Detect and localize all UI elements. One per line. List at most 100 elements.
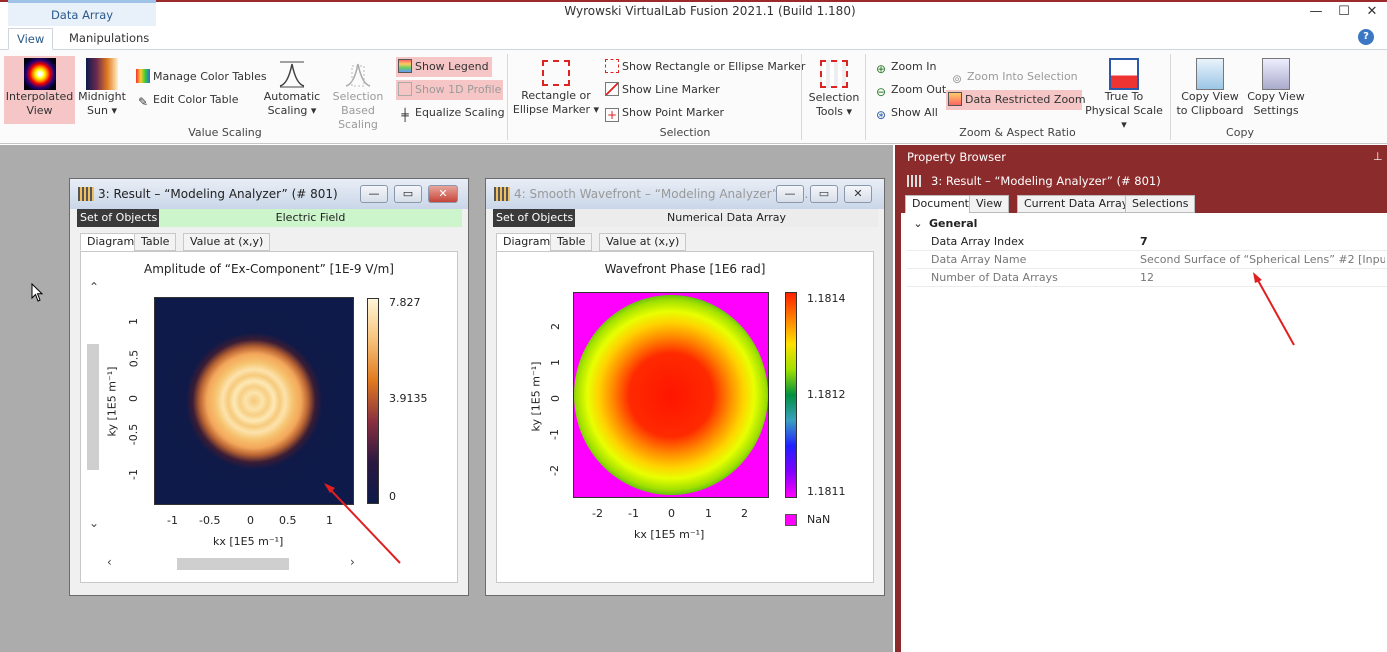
- document-window-smooth-wavefront[interactable]: 4: Smooth Wavefront – “Modeling Analyzer…: [485, 178, 885, 596]
- doc1-xlabel: kx [1E5 m⁻¹]: [213, 535, 284, 548]
- doc1-maximize-button[interactable]: ▭: [394, 185, 422, 203]
- doc1-tab-value-at[interactable]: Value at (x,y): [183, 233, 271, 251]
- scroll-left-icon[interactable]: ‹: [107, 555, 112, 569]
- doc1-heatmap[interactable]: [154, 297, 354, 505]
- doc2-kind: Numerical Data Array: [575, 209, 878, 227]
- data-restricted-zoom-button[interactable]: Data Restricted Zoom: [946, 90, 1086, 110]
- doc2-diagram[interactable]: Wavefront Phase [1E6 rad] 1.1814 1.1812 …: [496, 251, 874, 583]
- ptab-document[interactable]: Document: [905, 195, 976, 213]
- automatic-scaling-label: Automatic: [263, 90, 321, 103]
- doc2-view-tabs: Diagram Table Value at (x,y): [486, 233, 884, 251]
- doc2-minimize-button[interactable]: —: [776, 185, 804, 203]
- interpolated-view-button[interactable]: Interpolated View: [4, 56, 75, 124]
- true-to-physical-scale-button[interactable]: True To Physical Scale ▾: [1082, 56, 1166, 131]
- show-rectangle-marker-button[interactable]: Show Rectangle or Ellipse Marker: [603, 57, 805, 77]
- doc1-vscroll-thumb[interactable]: [87, 344, 99, 470]
- doc1-xtick: -1: [167, 514, 178, 527]
- copy-settings-label: Copy View: [1247, 90, 1305, 103]
- show-point-marker-button[interactable]: + Show Point Marker: [603, 103, 724, 123]
- selection-tools-button[interactable]: Selection Tools ▾: [806, 56, 862, 124]
- help-icon[interactable]: ?: [1358, 29, 1374, 45]
- doc1-tab-diagram[interactable]: Diagram: [80, 233, 142, 251]
- doc2-xtick: -1: [628, 507, 639, 520]
- maximize-button[interactable]: ☐: [1334, 4, 1354, 20]
- doc2-set-of-objects-row: Set of Objects Numerical Data Array: [486, 209, 884, 227]
- doc2-title-bar[interactable]: 4: Smooth Wavefront – “Modeling Analyzer…: [486, 179, 884, 209]
- doc1-set-of-objects-row: Set of Objects Electric Field: [70, 209, 468, 227]
- copy-view-label-2: to Clipboard: [1176, 104, 1244, 117]
- minimize-button[interactable]: —: [1306, 4, 1326, 20]
- rectangle-marker-button[interactable]: Rectangle or Ellipse Marker ▾: [512, 56, 600, 124]
- doc2-close-button[interactable]: ✕: [844, 185, 872, 203]
- show-all-button[interactable]: ⊛ Show All: [872, 103, 938, 123]
- nan-label: NaN: [807, 513, 831, 526]
- zoom-into-selection-button[interactable]: ⊚ Zoom Into Selection: [948, 67, 1078, 87]
- close-button[interactable]: ✕: [1362, 4, 1382, 20]
- selection-tools-icon: [820, 60, 848, 88]
- doc2-heatmap[interactable]: [573, 292, 769, 498]
- equalize-scaling-label: Equalize Scaling: [415, 106, 505, 119]
- doc2-cbar-tick-max: 1.1814: [807, 292, 846, 305]
- selection-based-scaling-button[interactable]: Selection Based Scaling: [322, 56, 394, 131]
- property-object-title: 3: Result – “Modeling Analyzer” (# 801): [931, 174, 1161, 188]
- rectangle-marker-label: Rectangle or: [521, 89, 591, 102]
- edit-color-table-button[interactable]: ✎ Edit Color Table: [134, 90, 239, 110]
- zoom-out-button[interactable]: ⊖ Zoom Out: [872, 80, 946, 100]
- group-copy: Copy: [1226, 126, 1254, 139]
- pin-icon[interactable]: ⊥: [1373, 150, 1383, 163]
- auto-scaling-icon: [279, 61, 305, 88]
- physical-scale-icon: [1109, 58, 1139, 90]
- result-icon: [907, 175, 923, 187]
- property-browser-panel: Property Browser ⊥ 3: Result – “Modeling…: [895, 145, 1387, 652]
- nan-swatch: [785, 514, 797, 526]
- property-name: Number of Data Arrays: [931, 271, 1058, 284]
- property-row[interactable]: Data Array Index 7: [907, 233, 1387, 251]
- scroll-up-icon[interactable]: ⌃: [87, 280, 101, 294]
- context-tab-data-array[interactable]: Data Array: [8, 0, 156, 26]
- doc2-tab-value-at[interactable]: Value at (x,y): [599, 233, 687, 251]
- doc1-title-bar[interactable]: 3: Result – “Modeling Analyzer” (# 801) …: [70, 179, 468, 209]
- collapse-chevron-icon[interactable]: ⌄: [907, 215, 929, 233]
- show-1d-profile-button[interactable]: Show 1D Profile: [396, 80, 503, 100]
- scroll-down-icon[interactable]: ⌄: [87, 516, 101, 530]
- property-row[interactable]: Number of Data Arrays 12: [907, 269, 1387, 287]
- ptab-selections[interactable]: Selections: [1125, 195, 1196, 213]
- section-general[interactable]: ⌄ General: [907, 215, 1387, 233]
- color-table-icon: [86, 58, 118, 90]
- tab-view[interactable]: View: [8, 28, 54, 50]
- copy-view-button[interactable]: Copy View to Clipboard: [1174, 56, 1246, 124]
- doc2-colorbar: [785, 292, 797, 498]
- doc1-tab-table[interactable]: Table: [134, 233, 177, 251]
- automatic-scaling-button[interactable]: Automatic Scaling ▾: [262, 56, 322, 124]
- manage-color-tables-button[interactable]: Manage Color Tables: [134, 67, 267, 87]
- doc2-maximize-button[interactable]: ▭: [810, 185, 838, 203]
- doc2-tab-diagram[interactable]: Diagram: [496, 233, 558, 251]
- point-marker-icon: +: [605, 108, 619, 122]
- doc1-close-button[interactable]: ✕: [428, 185, 458, 203]
- rect-marker-icon: [605, 59, 619, 73]
- equalize-scaling-button[interactable]: ╪ Equalize Scaling: [396, 103, 505, 123]
- property-value[interactable]: 7: [1140, 233, 1385, 251]
- doc1-xtick: 0.5: [279, 514, 297, 527]
- doc2-cbar-tick-mid: 1.1812: [807, 388, 846, 401]
- doc2-set-of-objects[interactable]: Set of Objects: [493, 209, 575, 227]
- property-browser-header: Property Browser: [901, 145, 1387, 169]
- ptab-current-data-array[interactable]: Current Data Array: [1017, 195, 1136, 213]
- doc1-vscroll[interactable]: ⌃ ⌄: [87, 280, 101, 580]
- doc1-cbar-tick-mid: 3.9135: [389, 392, 428, 405]
- show-legend-button[interactable]: Show Legend: [396, 57, 492, 77]
- doc1-set-of-objects[interactable]: Set of Objects: [77, 209, 159, 227]
- show-line-marker-button[interactable]: Show Line Marker: [603, 80, 720, 100]
- doc2-tab-table[interactable]: Table: [550, 233, 593, 251]
- doc1-minimize-button[interactable]: —: [360, 185, 388, 203]
- zoom-in-button[interactable]: ⊕ Zoom In: [872, 57, 936, 77]
- doc2-xtick: 1: [705, 507, 712, 520]
- copy-view-settings-button[interactable]: Copy View Settings: [1246, 56, 1306, 124]
- ptab-view[interactable]: View: [969, 195, 1010, 213]
- midnight-sun-button[interactable]: Midnight Sun ▾: [77, 56, 127, 124]
- doc1-hscroll-thumb[interactable]: [177, 558, 289, 570]
- annotation-arrow-icon: [1253, 272, 1295, 346]
- property-row[interactable]: Data Array Name Second Surface of “Spher…: [907, 251, 1387, 269]
- tab-manipulations[interactable]: Manipulations: [61, 28, 157, 50]
- ribbon: Interpolated View Midnight Sun ▾ Manage …: [0, 50, 1387, 144]
